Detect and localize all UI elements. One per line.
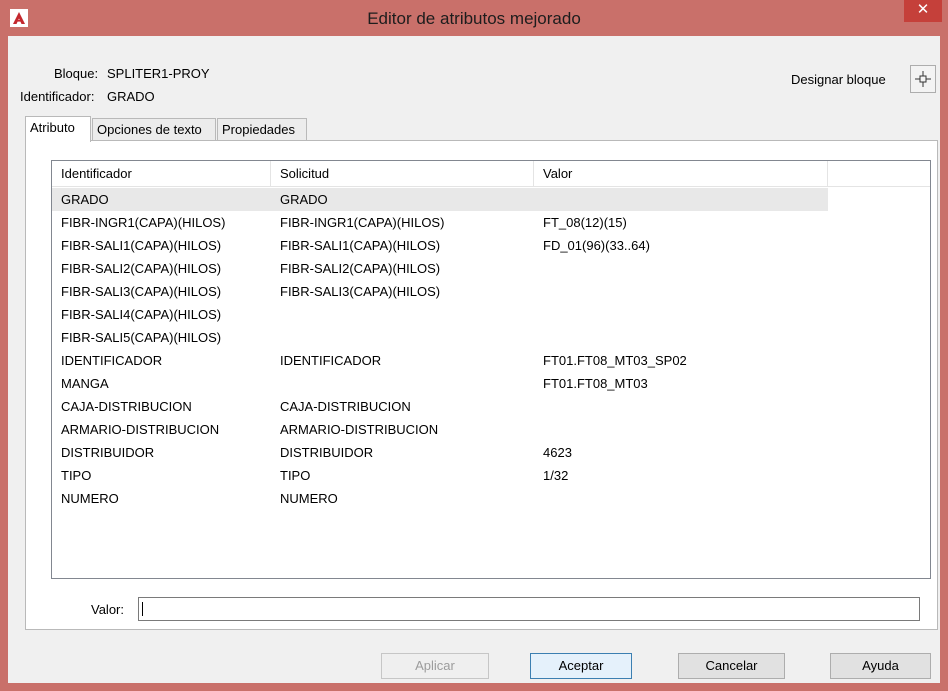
cell-valor: FT01.FT08_MT03 [543,376,648,391]
window-title: Editor de atributos mejorado [367,9,581,28]
cell-solicitud [271,326,280,349]
column-header-identificador[interactable]: Identificador [52,161,271,187]
cell-identificador: FIBR-SALI3(CAPA)(HILOS) [61,284,222,299]
cell-identificador: DISTRIBUIDOR [61,445,155,460]
cell-identificador: FIBR-SALI5(CAPA)(HILOS) [61,330,222,345]
cell-valor [534,303,543,326]
table-row[interactable]: FIBR-SALI3(CAPA)(HILOS) FIBR-SALI3(CAPA)(… [52,280,828,303]
cell-valor [534,257,543,280]
cell-valor [534,487,543,510]
tag-value: GRADO [107,89,155,104]
cell-valor: FT_08(12)(15) [543,215,627,230]
cell-identificador: TIPO [61,468,92,483]
table-row[interactable]: FIBR-INGR1(CAPA)(HILOS) FIBR-INGR1(CAPA)(… [52,211,828,234]
table-row[interactable]: GRADO GRADO [52,188,828,211]
cell-valor: FD_01(96)(33..64) [543,238,650,253]
cell-identificador: FIBR-SALI2(CAPA)(HILOS) [61,261,222,276]
table-row[interactable]: DISTRIBUIDOR DISTRIBUIDOR 4623 [52,441,828,464]
table-row[interactable]: MANGA FT01.FT08_MT03 [52,372,828,395]
cell-solicitud: DISTRIBUIDOR [280,445,374,460]
cell-identificador: FIBR-INGR1(CAPA)(HILOS) [61,215,226,230]
cell-identificador: FIBR-SALI1(CAPA)(HILOS) [61,238,222,253]
attribute-list-header: Identificador Solicitud Valor [52,161,930,188]
table-row[interactable]: ARMARIO-DISTRIBUCION ARMARIO-DISTRIBUCION [52,418,828,441]
cell-solicitud: NUMERO [280,491,338,506]
table-row[interactable]: FIBR-SALI4(CAPA)(HILOS) [52,303,828,326]
block-label: Bloque: [54,66,99,81]
table-row[interactable]: FIBR-SALI5(CAPA)(HILOS) [52,326,828,349]
cell-solicitud [271,303,280,326]
column-header-solicitud[interactable]: Solicitud [271,161,534,187]
help-button[interactable]: Ayuda [830,653,931,679]
cell-solicitud: FIBR-SALI2(CAPA)(HILOS) [280,261,441,276]
table-row[interactable]: CAJA-DISTRIBUCION CAJA-DISTRIBUCION [52,395,828,418]
select-block-label: Designar bloque [791,72,886,87]
dialog-body: Bloque: SPLITER1-PROY Identificador: GRA… [8,36,940,683]
close-button[interactable]: ✕ [904,0,942,22]
attribute-list[interactable]: Identificador Solicitud Valor GRADO GRADO… [51,160,931,579]
column-header-filler [828,161,930,187]
tab-propiedades[interactable]: Propiedades [217,118,307,140]
cell-identificador: FIBR-SALI4(CAPA)(HILOS) [61,307,222,322]
table-row[interactable]: TIPO TIPO 1/32 [52,464,828,487]
tag-label: Identificador: [20,89,95,104]
tab-atributo[interactable]: Atributo [25,116,91,142]
block-name: SPLITER1-PROY [107,66,210,81]
cell-solicitud: ARMARIO-DISTRIBUCION [280,422,439,437]
column-header-valor[interactable]: Valor [534,161,828,187]
select-block-button[interactable] [910,65,936,93]
crosshair-icon [915,71,931,87]
ok-button[interactable]: Aceptar [530,653,632,679]
title-bar: Editor de atributos mejorado ✕ [0,0,948,36]
cell-valor [534,188,543,211]
cell-valor: 4623 [543,445,572,460]
value-input[interactable] [138,597,920,621]
cell-valor: 1/32 [543,468,569,483]
cell-valor: FT01.FT08_MT03_SP02 [543,353,687,368]
table-row[interactable]: IDENTIFICADOR IDENTIFICADOR FT01.FT08_MT03… [52,349,828,372]
cell-solicitud: FIBR-INGR1(CAPA)(HILOS) [280,215,445,230]
cancel-button[interactable]: Cancelar [678,653,785,679]
cell-solicitud: IDENTIFICADOR [280,353,382,368]
cell-identificador: MANGA [61,376,109,391]
table-row[interactable]: FIBR-SALI2(CAPA)(HILOS) FIBR-SALI2(CAPA)(… [52,257,828,280]
cell-solicitud: FIBR-SALI1(CAPA)(HILOS) [280,238,441,253]
cell-valor [534,326,543,349]
cell-identificador: ARMARIO-DISTRIBUCION [61,422,220,437]
apply-button[interactable]: Aplicar [381,653,489,679]
attribute-tab-panel: Identificador Solicitud Valor GRADO GRADO… [25,140,938,630]
cell-solicitud: CAJA-DISTRIBUCION [280,399,411,414]
cell-identificador: CAJA-DISTRIBUCION [61,399,192,414]
table-row[interactable]: NUMERO NUMERO [52,487,828,510]
table-row[interactable]: FIBR-SALI1(CAPA)(HILOS) FIBR-SALI1(CAPA)(… [52,234,828,257]
cell-valor [534,280,543,303]
cell-valor [534,395,543,418]
tab-opciones-de-texto[interactable]: Opciones de texto [92,118,216,140]
cell-identificador: IDENTIFICADOR [61,353,163,368]
cell-identificador: NUMERO [61,491,119,506]
value-label: Valor: [91,602,124,617]
cell-solicitud [271,372,280,395]
text-caret [142,602,143,616]
cell-identificador: GRADO [61,192,109,207]
cell-solicitud: FIBR-SALI3(CAPA)(HILOS) [280,284,441,299]
cell-valor [534,418,543,441]
cell-solicitud: GRADO [280,192,328,207]
cell-solicitud: TIPO [280,468,311,483]
